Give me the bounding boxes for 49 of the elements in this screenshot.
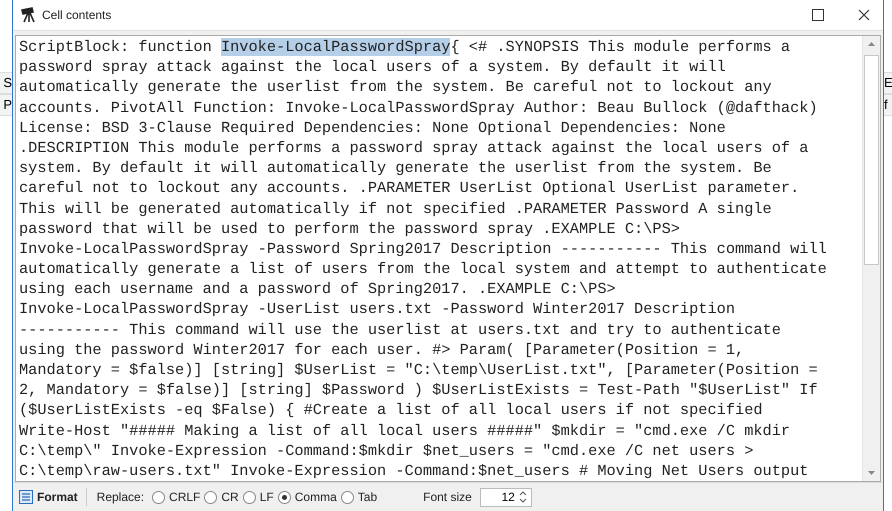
window-title: Cell contents [42,8,112,22]
text-line: License: BSD 3-Clause Required Dependencies: None Optional Dependencies: None [19,118,726,138]
font-size-label: Font size [423,490,472,504]
text-line: C:\temp\raw-users.txt" Invoke-Expression -Command:$net_users # Moving Net Users output [19,460,808,482]
background-text: f [884,96,888,114]
text-line: automatically generate a list of users from the local system and attempt to authenticate [19,259,827,280]
text-line: C:\temp\" Invoke-Expression -Command:$mkdir $net_users = "cmd.exe /C net users > [19,440,754,461]
text-line: Invoke-LocalPasswordSpray -Password Spring2017 Description ----------- This command will [19,238,827,260]
text-line: ($UserListExists -eq $False) { #Create a list of all local users if not specified [19,400,763,421]
text-lines-icon [19,490,33,504]
text-line: Write-Host "##### Making a list of all local users #####" $mkdir = "cmd.exe /C mkdir [19,420,790,441]
text-line: system. By default it will automatically generate the userlist from the system. Be [19,158,772,178]
radio-button[interactable] [242,490,256,504]
radio-option[interactable]: Comma [278,490,341,504]
text-line: Invoke-LocalPasswordSpray -UserList users.txt -Password Winter2017 Description [19,299,736,320]
text-line: .DESCRIPTION This module performs a password spray attack against the local users of a [19,138,808,158]
radio-button[interactable] [204,490,218,504]
text-line: careful not to lockout any accounts. .PARAMETER UserList Optional UserList parameter. [19,178,800,198]
text-line: using the password Winter2017 for each user. #> Param( [Parameter(Position = 1, [19,340,744,360]
radio-button[interactable] [278,490,291,504]
code-text: { <# .SYNOPSIS This module performs a [450,38,790,56]
text-line: ----------- This command will use the userlist at users.txt and try to authenticate [19,320,781,340]
text-line: using each username and a password of Spring2017. .EXAMPLE C:\PS> [19,279,616,300]
background-text: S [3,74,12,92]
font-size-field[interactable]: 12 [480,488,532,507]
replace-label: Replace: [96,490,144,504]
close-icon [858,8,870,20]
background-text: E [884,74,892,92]
text-line: This will be generated automatically if not specified .PARAMETER Password A single [19,198,772,219]
background-text: P [3,96,12,114]
text-line: password spray attack against the local users of a system. By default it will [19,57,726,78]
text-line: automatically generate the userlist from the system. Be careful not to lockout any [19,77,772,98]
format-button[interactable]: Format [13,488,87,506]
selected-text: Invoke-LocalPasswordSpray [220,38,450,56]
text-line: 2, Mandatory = $false)] [string] $Password ) $UserListExists = Test-Path "$UserList" If [19,380,818,400]
scrollbar-thumb[interactable] [864,55,879,265]
radio-button[interactable] [152,490,166,504]
text-line: password that will be used to perform the password spray .EXAMPLE C:\PS> [19,218,680,239]
radio-option[interactable]: CR [204,490,243,504]
telescope-icon [21,7,37,23]
radio-button[interactable] [340,490,354,504]
radio-option[interactable]: Tab [340,490,382,504]
text-line: Mandatory = $false)] [string] $UserList = "C:\temp\UserList.txt", [Parameter(Position = [19,360,818,380]
scrollbar[interactable] [862,36,880,482]
code-text: ScriptBlock: function [19,38,213,56]
text-line: accounts. PivotAll Function: Invoke-LocalPasswordSpray Author: Beau Bullock (@dafthack) [19,98,818,118]
radio-option[interactable]: CRLF [152,490,204,504]
radio-option[interactable]: LF [242,490,278,504]
maximize-icon [812,8,824,20]
